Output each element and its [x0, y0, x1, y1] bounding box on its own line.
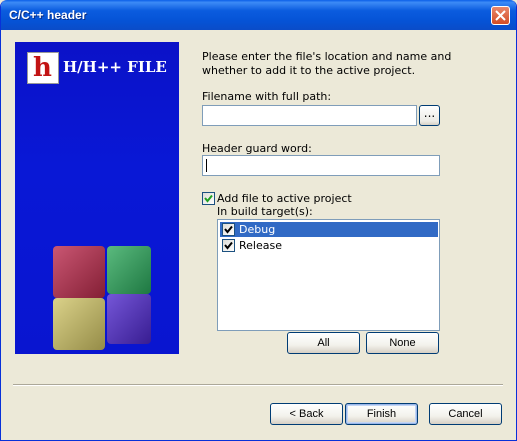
list-item-label: Debug: [239, 223, 276, 236]
title-bar[interactable]: C/C++ header: [1, 0, 516, 30]
guard-word-input[interactable]: [202, 155, 440, 176]
debug-checkbox[interactable]: [222, 223, 235, 236]
select-none-button[interactable]: None: [366, 332, 439, 354]
filename-input[interactable]: [202, 105, 417, 126]
list-item-label: Release: [239, 239, 282, 252]
add-to-project-label: Add file to active project: [217, 192, 352, 205]
intro-text-line2: whether to add it to the active project.: [202, 64, 416, 77]
build-targets-label: In build target(s):: [217, 205, 313, 218]
browse-button[interactable]: ...: [419, 105, 440, 126]
select-all-button[interactable]: All: [287, 332, 360, 354]
codeblocks-cubes-icon: [49, 242, 159, 355]
back-button[interactable]: < Back: [270, 403, 343, 425]
footer-divider: [13, 384, 503, 386]
list-item-debug[interactable]: Debug: [220, 222, 438, 237]
side-panel-title: H/H++ FILE: [63, 58, 167, 76]
intro-text-line1: Please enter the file's location and nam…: [202, 50, 452, 63]
close-button[interactable]: [491, 6, 510, 25]
filename-label: Filename with full path:: [202, 90, 332, 103]
header-file-logo-icon: h: [27, 52, 59, 84]
build-targets-list[interactable]: Debug Release: [217, 219, 440, 331]
guard-word-label: Header guard word:: [202, 142, 312, 155]
wizard-window: C/C++ header h H/H++ FILE Please enter t…: [0, 0, 517, 441]
wizard-side-panel: h H/H++ FILE: [15, 42, 179, 354]
finish-button[interactable]: Finish: [345, 403, 418, 425]
add-to-project-checkbox[interactable]: [202, 192, 215, 205]
cancel-button[interactable]: Cancel: [429, 403, 502, 425]
text-caret: [206, 159, 207, 172]
release-checkbox[interactable]: [222, 239, 235, 252]
list-item-release[interactable]: Release: [220, 238, 438, 253]
window-title: C/C++ header: [9, 8, 87, 22]
